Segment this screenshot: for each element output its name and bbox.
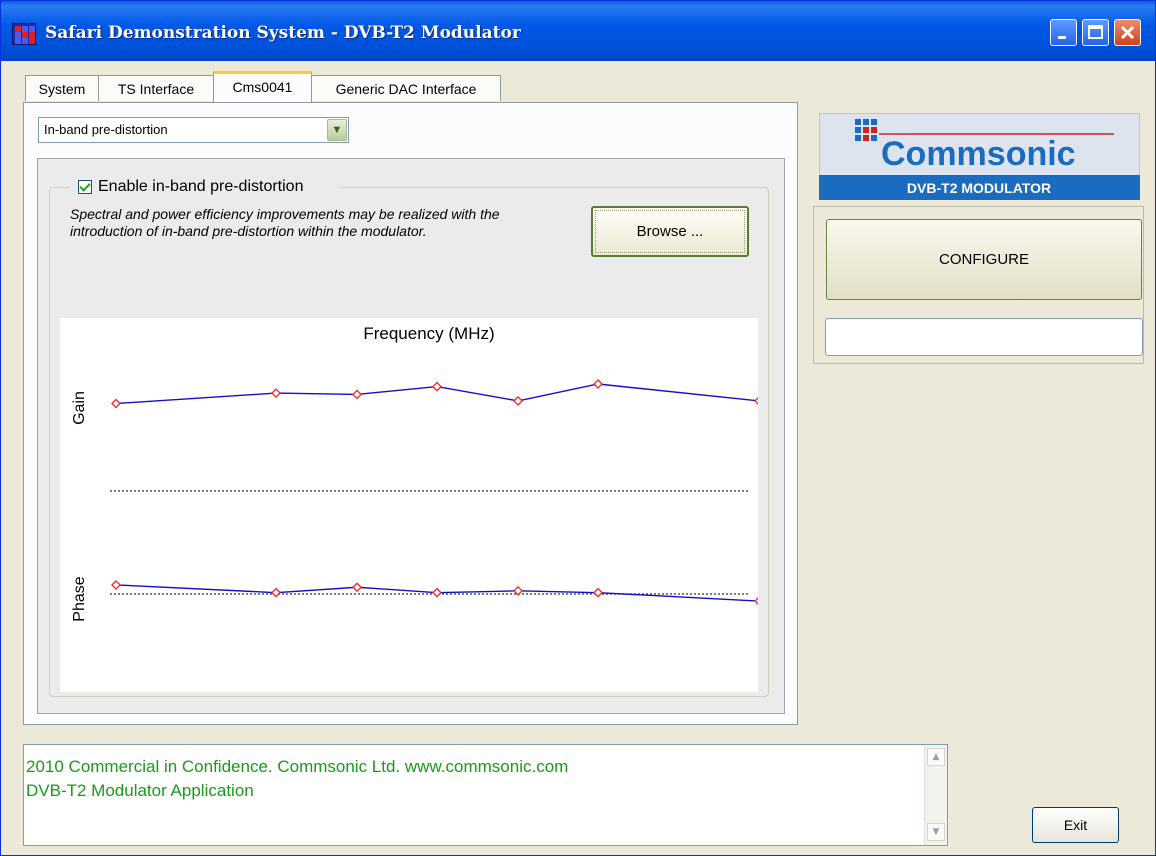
gain-point bbox=[754, 395, 764, 406]
title-bar[interactable]: Safari Demonstration System - DVB-T2 Mod… bbox=[1, 1, 1155, 61]
log-line: 2010 Commercial in Confidence. Commsonic… bbox=[26, 757, 569, 776]
log-line: DVB-T2 Modulator Application bbox=[26, 781, 254, 800]
logo-text: Commsonic bbox=[881, 135, 1076, 173]
logo-mark bbox=[855, 119, 877, 141]
exit-button[interactable]: Exit bbox=[1032, 807, 1119, 843]
scroll-up-icon[interactable]: ▲ bbox=[927, 748, 945, 766]
log-scrollbar[interactable]: ▲ ▼ bbox=[924, 745, 947, 845]
chevron-down-icon[interactable]: ▼ bbox=[327, 119, 347, 141]
gain-series bbox=[111, 379, 764, 409]
log-textarea[interactable]: 2010 Commercial in Confidence. Commsonic… bbox=[23, 744, 948, 846]
predistortion-panel: Enable in-band pre-distortion Spectral a… bbox=[37, 158, 785, 714]
predistortion-chart: Frequency (MHz) Gain Phase bbox=[60, 318, 764, 692]
app-icon bbox=[12, 23, 36, 45]
maximize-button[interactable] bbox=[1082, 19, 1109, 46]
predistortion-group: Enable in-band pre-distortion Spectral a… bbox=[49, 174, 769, 697]
tab-generic-dac-interface[interactable]: Generic DAC Interface bbox=[311, 75, 501, 101]
gain-point bbox=[271, 388, 281, 399]
tab-panel-cms0041: In-band pre-distortion ▼ Enable in-band … bbox=[23, 102, 798, 725]
chart-title: Frequency (MHz) bbox=[363, 324, 494, 343]
gain-point bbox=[593, 379, 603, 389]
scroll-down-icon[interactable]: ▼ bbox=[927, 823, 945, 841]
phase-point bbox=[352, 582, 362, 593]
configure-frame: CONFIGURE bbox=[813, 206, 1144, 364]
close-button[interactable] bbox=[1114, 19, 1141, 46]
group-legend: Enable in-band pre-distortion bbox=[70, 174, 340, 200]
tab-ts-interface[interactable]: TS Interface bbox=[98, 75, 214, 101]
close-icon bbox=[1120, 25, 1135, 40]
app-window: Safari Demonstration System - DVB-T2 Mod… bbox=[0, 0, 1156, 856]
mode-select-value: In-band pre-distortion bbox=[44, 122, 168, 137]
commsonic-logo: Commsonic DVB-T2 MODULATOR bbox=[818, 112, 1141, 201]
phase-axis-label: Phase bbox=[71, 576, 88, 621]
phase-point bbox=[432, 587, 442, 598]
phase-point bbox=[754, 596, 764, 607]
chart-svg: Frequency (MHz) Gain Phase bbox=[71, 324, 764, 622]
tab-system[interactable]: System bbox=[25, 75, 99, 101]
minimize-icon bbox=[1058, 36, 1066, 39]
phase-point bbox=[593, 587, 603, 598]
logo-subtitle: DVB-T2 MODULATOR bbox=[907, 180, 1051, 196]
phase-point bbox=[111, 579, 121, 590]
maximize-icon bbox=[1088, 25, 1103, 39]
predistortion-description: Spectral and power efficiency improvemen… bbox=[70, 206, 500, 239]
window-title: Safari Demonstration System - DVB-T2 Mod… bbox=[45, 23, 521, 43]
gain-axis-label: Gain bbox=[71, 391, 88, 425]
gain-point bbox=[352, 389, 362, 400]
tab-cms0041[interactable]: Cms0041 bbox=[213, 71, 312, 102]
mode-select[interactable]: In-band pre-distortion ▼ bbox=[38, 117, 349, 143]
gain-point bbox=[432, 381, 442, 392]
enable-predistortion-label[interactable]: Enable in-band pre-distortion bbox=[98, 178, 303, 196]
right-panel: Commsonic DVB-T2 MODULATOR CONFIGURE bbox=[811, 103, 1146, 365]
phase-series bbox=[111, 579, 764, 607]
minimize-button[interactable] bbox=[1050, 19, 1077, 46]
enable-predistortion-checkbox[interactable] bbox=[78, 180, 92, 194]
gain-point bbox=[111, 398, 121, 409]
configure-button[interactable]: CONFIGURE bbox=[826, 219, 1142, 300]
gain-point bbox=[513, 395, 523, 406]
configure-status-field bbox=[825, 318, 1143, 356]
phase-point bbox=[271, 587, 281, 598]
browse-button[interactable]: Browse ... bbox=[591, 206, 749, 257]
